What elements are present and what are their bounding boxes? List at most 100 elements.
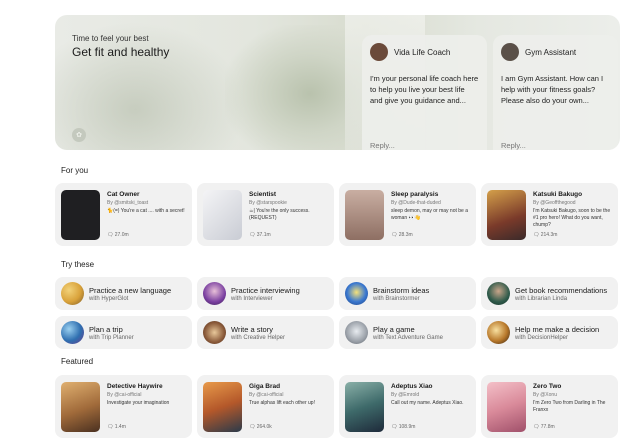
character-description: I'm Zero Two from Darling in The Franxx <box>533 400 606 413</box>
character-image <box>203 190 242 240</box>
character-author: By @starspookie <box>249 200 287 206</box>
suggestion-title: Brainstorm ideas <box>373 286 430 295</box>
chat-count: 🗨 27.0m <box>107 232 129 238</box>
hero-chat-card-gym[interactable]: Gym Assistant I am Gym Assistant. How ca… <box>493 35 618 150</box>
librarian-icon <box>487 282 510 305</box>
character-description: 🐈(=) You're a cat .... with a secret! <box>107 208 185 214</box>
suggestion-subtitle: with Interviewer <box>231 296 273 302</box>
suggestion-play-game[interactable]: Play a game with Text Adventure Game <box>339 316 476 349</box>
suggestion-subtitle: with Librarian Linda <box>515 296 568 302</box>
chat-count: 🗨 28.3m <box>391 232 413 238</box>
character-description: I'm Katsuki Bakugo, soon to be the #1 pr… <box>533 208 611 228</box>
character-image <box>61 190 100 240</box>
suggestion-plan-trip[interactable]: Plan a trip with Trip Planner <box>55 316 192 349</box>
character-image <box>61 382 100 432</box>
character-author: By @Geoffthegood <box>533 200 576 206</box>
hero-chat-card-vida[interactable]: Vida Life Coach I'm your personal life c… <box>362 35 487 150</box>
character-author: By @Xonu <box>533 392 557 398</box>
book-icon <box>203 321 226 344</box>
reply-input[interactable]: Reply... <box>501 141 526 150</box>
globe-icon <box>61 282 84 305</box>
character-author: By @Dude-that-duded <box>391 200 441 206</box>
section-title-for-you: For you <box>61 166 89 175</box>
chat-count: 🗨 108.9m <box>391 424 416 430</box>
suggestion-title: Plan a trip <box>89 325 123 334</box>
character-description: Investigate your imagination <box>107 400 170 406</box>
suggestion-title: Help me make a decision <box>515 325 600 334</box>
interviewer-icon <box>203 282 226 305</box>
suggestion-title: Play a game <box>373 325 415 334</box>
character-name: Detective Haywire <box>107 383 163 390</box>
section-title-try-these: Try these <box>61 260 95 269</box>
character-name: Adeptus Xiao <box>391 383 433 390</box>
hero-logo-icon: ✿ <box>72 128 86 142</box>
character-description: Call out my name. Adeptus Xiao. <box>391 400 464 406</box>
chat-count: 🗨 264.0k <box>249 424 272 430</box>
suggestion-write-story[interactable]: Write a story with Creative Helper <box>197 316 334 349</box>
character-card-scientist[interactable]: Scientist By @starspookie ☕| You're the … <box>197 183 334 246</box>
character-image <box>345 190 384 240</box>
chat-count-value: 1.4m <box>114 424 126 430</box>
suggestion-make-decision[interactable]: Help me make a decision with DecisionHel… <box>481 316 618 349</box>
character-image <box>345 382 384 432</box>
character-description: True alphas lift each other up! <box>249 400 315 406</box>
character-author: By @smitski_toast <box>107 200 149 206</box>
avatar <box>370 43 388 61</box>
character-name: Cat Owner <box>107 191 140 198</box>
suggestion-book-recommendations[interactable]: Get book recommendations with Librarian … <box>481 277 618 310</box>
suggestion-subtitle: with Creative Helper <box>231 335 286 341</box>
character-image <box>487 190 526 240</box>
character-card-giga-brad[interactable]: Giga Brad By @cai-official True alphas l… <box>197 375 334 438</box>
chat-count-value: 28.3m <box>398 232 413 238</box>
suggestion-practice-language[interactable]: Practice a new language with HyperGlot <box>55 277 192 310</box>
character-card-cat-owner[interactable]: Cat Owner By @smitski_toast 🐈(=) You're … <box>55 183 192 246</box>
suggestion-subtitle: with Text Adventure Game <box>373 335 443 341</box>
hero-kicker: Time to feel your best <box>72 34 149 43</box>
suggestion-title: Practice a new language <box>89 286 172 295</box>
chat-name: Gym Assistant <box>525 47 577 57</box>
character-card-detective-haywire[interactable]: Detective Haywire By @cai-official Inves… <box>55 375 192 438</box>
character-description: sleep demon, may or may not be a woman 👀… <box>391 208 468 221</box>
avatar <box>501 43 519 61</box>
suggestion-title: Practice interviewing <box>231 286 300 295</box>
robot-icon <box>345 321 368 344</box>
suggestion-subtitle: with Trip Planner <box>89 335 134 341</box>
chat-count-value: 37.1m <box>256 232 271 238</box>
hero-title: Get fit and healthy <box>72 45 170 59</box>
character-name: Zero Two <box>533 383 562 390</box>
chat-count-value: 264.0k <box>256 424 272 430</box>
character-author: By @Emrold <box>391 392 420 398</box>
suggestion-practice-interviewing[interactable]: Practice interviewing with Interviewer <box>197 277 334 310</box>
character-card-zero-two[interactable]: Zero Two By @Xonu I'm Zero Two from Darl… <box>481 375 618 438</box>
suggestion-title: Get book recommendations <box>515 286 608 295</box>
character-description: ☕| You're the only success. (REQUEST) <box>249 208 310 221</box>
chat-count: 🗨 77.8m <box>533 424 555 430</box>
chat-name: Vida Life Coach <box>394 47 451 57</box>
chat-count-value: 214.3m <box>540 232 558 238</box>
chat-count-value: 27.0m <box>114 232 129 238</box>
character-image <box>203 382 242 432</box>
character-card-adeptus-xiao[interactable]: Adeptus Xiao By @Emrold Call out my name… <box>339 375 476 438</box>
lightbulb-icon <box>345 282 368 305</box>
suggestion-subtitle: with Brainstormer <box>373 296 420 302</box>
chat-message: I'm your personal life coach here to hel… <box>370 74 479 105</box>
suggestion-title: Write a story <box>231 325 273 334</box>
character-card-katsuki-bakugo[interactable]: Katsuki Bakugo By @Geoffthegood I'm Kats… <box>481 183 618 246</box>
chat-count: 🗨 37.1m <box>249 232 271 238</box>
character-image <box>487 382 526 432</box>
orb-icon <box>487 321 510 344</box>
reply-input[interactable]: Reply... <box>370 141 395 150</box>
suggestion-brainstorm[interactable]: Brainstorm ideas with Brainstormer <box>339 277 476 310</box>
section-title-featured: Featured <box>61 357 94 366</box>
chat-count-value: 108.9m <box>398 424 416 430</box>
character-author: By @cai-official <box>249 392 284 398</box>
character-card-sleep-paralysis[interactable]: Sleep paralysis By @Dude-that-duded slee… <box>339 183 476 246</box>
page: Time to feel your best Get fit and healt… <box>0 0 635 441</box>
character-name: Sleep paralysis <box>391 191 439 198</box>
chat-count: 🗨 1.4m <box>107 424 126 430</box>
chat-count: 🗨 214.3m <box>533 232 558 238</box>
suggestion-subtitle: with HyperGlot <box>89 296 129 302</box>
character-name: Giga Brad <box>249 383 281 390</box>
character-name: Scientist <box>249 191 277 198</box>
planet-icon <box>61 321 84 344</box>
